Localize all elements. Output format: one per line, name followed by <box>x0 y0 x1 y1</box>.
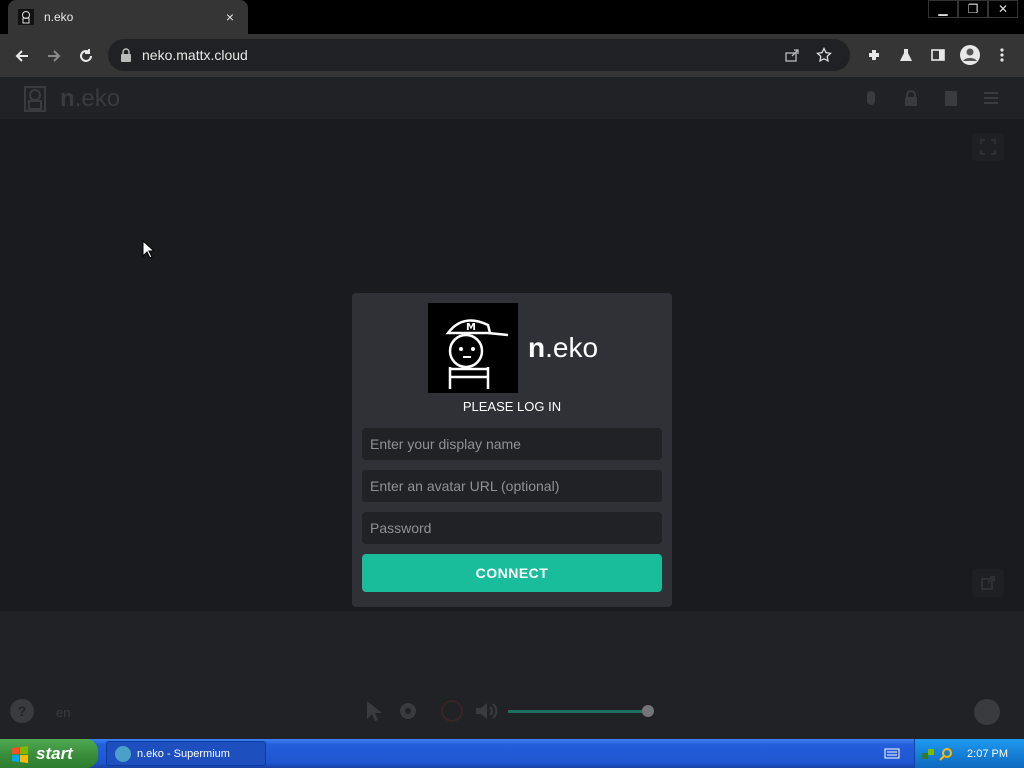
close-button[interactable]: ✕ <box>988 0 1018 18</box>
clock: 2:07 PM <box>967 747 1008 760</box>
lock-icon <box>121 48 131 62</box>
neko-header-logo: n.eko <box>24 85 120 113</box>
login-brand: M n.eko <box>428 303 598 393</box>
language-selector[interactable]: en <box>56 705 70 720</box>
tab-strip: n.eko × ▁ ❐ ✕ <box>0 0 1024 34</box>
brand-text: n.eko <box>528 332 598 364</box>
clipboard-icon[interactable] <box>942 89 960 107</box>
mouse-cursor-icon <box>142 240 154 259</box>
url-text: neko.mattx.cloud <box>142 47 248 63</box>
login-title: PLEASE LOG IN <box>462 399 562 414</box>
system-tray: 2:07 PM <box>914 739 1024 768</box>
taskbar: start n.eko - Supermium 2:07 PM <box>0 739 1024 768</box>
connect-button[interactable]: CONNECT <box>362 554 662 592</box>
extensions-icon[interactable] <box>858 39 890 71</box>
menu-kebab-icon[interactable] <box>986 39 1018 71</box>
neko-mascot-logo: M <box>428 303 518 393</box>
popout-icon[interactable] <box>972 569 1004 597</box>
tab-title: n.eko <box>44 10 74 24</box>
address-bar[interactable]: neko.mattx.cloud <box>108 39 850 71</box>
password-input[interactable] <box>362 512 662 544</box>
side-panel-icon[interactable] <box>922 39 954 71</box>
lock-room-icon[interactable] <box>902 89 920 107</box>
start-button[interactable]: start <box>0 739 98 768</box>
media-controls <box>362 699 654 723</box>
network-icon[interactable] <box>921 747 935 761</box>
neko-page: n.eko M n.eko PLEASE LOG IN Enter your d… <box>0 77 1024 739</box>
help-icon[interactable]: ? <box>10 699 34 723</box>
neko-mascot-icon <box>24 86 46 112</box>
tab-close-icon[interactable]: × <box>222 9 238 25</box>
browser-toolbar: neko.mattx.cloud <box>0 34 1024 77</box>
display-name-input[interactable] <box>362 428 662 460</box>
hamburger-menu-icon[interactable] <box>982 89 1000 107</box>
browser-tab[interactable]: n.eko × <box>8 0 248 34</box>
taskbar-item[interactable]: n.eko - Supermium <box>106 741 266 766</box>
profile-avatar-icon[interactable] <box>954 39 986 71</box>
brand-bold: n <box>528 332 546 363</box>
resolution-icon[interactable] <box>396 699 420 723</box>
logo-rest: .eko <box>74 85 121 112</box>
windows-flag-icon <box>12 745 28 763</box>
video-area[interactable]: M n.eko PLEASE LOG IN CONNECT <box>0 119 1024 611</box>
fullscreen-icon[interactable] <box>972 133 1004 161</box>
emoji-icon[interactable] <box>974 699 1000 725</box>
header-actions <box>862 89 1000 107</box>
neko-favicon-icon <box>18 9 34 25</box>
brand-rest: .eko <box>545 332 599 363</box>
svg-text:M: M <box>466 322 476 333</box>
avatar-url-input[interactable] <box>362 470 662 502</box>
minimize-button[interactable]: ▁ <box>928 0 958 18</box>
reload-icon[interactable] <box>70 40 102 72</box>
search-icon[interactable] <box>939 747 953 761</box>
controls-bar: ? en <box>0 611 1024 739</box>
labs-flask-icon[interactable] <box>890 39 922 71</box>
volume-slider[interactable] <box>508 704 654 717</box>
neko-header-logo-text: n.eko <box>60 85 120 113</box>
window-controls: ▁ ❐ ✕ <box>928 0 1018 18</box>
logo-bold: n <box>60 85 75 112</box>
back-icon[interactable] <box>6 40 38 72</box>
share-icon[interactable] <box>778 39 806 71</box>
login-dialog: M n.eko PLEASE LOG IN CONNECT <box>352 293 672 607</box>
play-pause-icon[interactable] <box>440 699 464 723</box>
pointer-control-icon[interactable] <box>362 699 386 723</box>
forward-icon[interactable] <box>38 40 70 72</box>
volume-slider-knob[interactable] <box>642 704 654 717</box>
mouse-control-icon[interactable] <box>862 89 880 107</box>
start-label: start <box>36 743 73 763</box>
restore-button[interactable]: ❐ <box>958 0 988 18</box>
taskbar-item-label: n.eko - Supermium <box>137 747 230 760</box>
keyboard-layout-icon[interactable] <box>884 746 900 760</box>
volume-icon[interactable] <box>474 699 498 723</box>
supermium-icon <box>115 745 131 762</box>
bookmark-star-icon[interactable] <box>810 39 838 71</box>
neko-header: n.eko <box>0 77 1024 119</box>
